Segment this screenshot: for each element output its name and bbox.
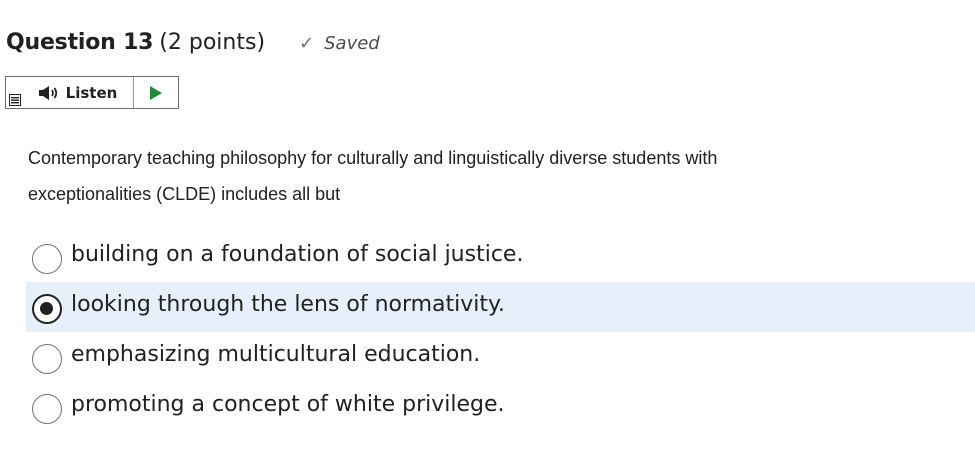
tts-menu-button[interactable] (6, 77, 26, 108)
question-title: Question 13 (6, 30, 154, 55)
question-points: (2 points) (159, 30, 266, 55)
answer-option-2[interactable]: looking through the lens of normativity. (26, 282, 975, 332)
quiz-question: Question 13 (2 points) ✓ Saved Listen Co… (0, 0, 975, 471)
listen-button[interactable]: Listen (26, 77, 134, 108)
answer-option-label: looking through the lens of normativity. (71, 292, 505, 317)
question-header: Question 13 (2 points) ✓ Saved (6, 30, 380, 55)
saved-status: ✓ Saved (299, 33, 380, 54)
answer-option-label: emphasizing multicultural education. (71, 342, 481, 367)
answer-option-3[interactable]: emphasizing multicultural education. (0, 332, 975, 382)
listen-label: Listen (65, 83, 118, 102)
radio-button-selected[interactable] (32, 294, 62, 324)
question-prompt: Contemporary teaching philosophy for cul… (28, 140, 928, 212)
speaker-icon (38, 85, 57, 100)
question-prompt-line-1: Contemporary teaching philosophy for cul… (28, 148, 718, 168)
answer-option-4[interactable]: promoting a concept of white privilege. (0, 382, 975, 432)
menu-icon (9, 94, 21, 106)
answer-options: building on a foundation of social justi… (0, 232, 975, 432)
answer-option-label: building on a foundation of social justi… (71, 242, 524, 267)
saved-status-label: Saved (324, 33, 380, 54)
answer-option-1[interactable]: building on a foundation of social justi… (0, 232, 975, 282)
radio-button[interactable] (32, 344, 62, 374)
question-prompt-line-2: exceptionalities (CLDE) includes all but (28, 184, 341, 204)
radio-button[interactable] (32, 394, 62, 424)
radio-button[interactable] (32, 244, 62, 274)
checkmark-icon: ✓ (299, 33, 315, 54)
text-to-speech-toolbar: Listen (5, 76, 179, 109)
play-button[interactable] (134, 77, 178, 108)
answer-option-label: promoting a concept of white privilege. (71, 392, 505, 417)
play-icon (150, 85, 162, 100)
